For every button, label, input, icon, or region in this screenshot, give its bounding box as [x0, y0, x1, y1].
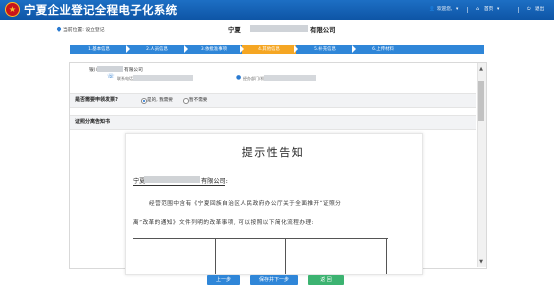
person-icon: ● [236, 74, 242, 81]
notice-line-1: 经营范围中含有《宁夏回族自治区人民政府办公厅关于全面推开“证照分 [149, 201, 342, 207]
notice-table-divider [386, 238, 387, 274]
notice-addressee-suffix: 有限公司: [201, 178, 228, 185]
exit-link[interactable]: 退出 [535, 6, 544, 14]
invoice-question-title: 是否需要申领发票? [75, 97, 118, 103]
app-title: 宁夏企业登记全程电子化系统 [24, 3, 178, 17]
notice-section-title: 证照分离告知书 [75, 119, 111, 125]
power-icon[interactable]: ⏻ [527, 6, 531, 14]
step-separator-icon [294, 45, 298, 53]
addressee-redacted [144, 176, 200, 183]
company-name-suffix: 有限公司 [310, 26, 336, 34]
home-link[interactable]: 首页 [484, 6, 493, 14]
notice-table-divider [215, 238, 216, 274]
step-2[interactable]: 2.人员信息 [128, 45, 186, 54]
back-button[interactable]: 返 回 [308, 275, 344, 285]
radio-no-label[interactable]: 暂不需要 [189, 97, 207, 103]
phone-label: 联系电话: [117, 76, 135, 81]
home-icon[interactable]: ⌂ [476, 6, 479, 14]
scroll-down-arrow-icon[interactable]: ▼ [478, 259, 484, 265]
header-divider [467, 7, 468, 13]
step-5[interactable]: 5.补充信息 [296, 45, 354, 54]
home-dropdown-icon[interactable]: ▾ [497, 6, 499, 14]
step-1[interactable]: 1.基本信息 [70, 45, 128, 54]
company-name-redacted [250, 25, 308, 32]
step-separator-icon [126, 45, 130, 53]
bank-name-redacted [97, 66, 123, 72]
scrollbar-thumb[interactable] [478, 81, 484, 121]
notice-section-header [70, 115, 476, 130]
national-emblem-icon: ★ [5, 2, 20, 17]
bank-name-suffix: 有限公司 [124, 68, 143, 73]
radio-yes-label[interactable]: 是的, 我需要 [147, 97, 173, 103]
notice-line-2: 离”改革的通知》文件列明的改革事项, 可以按照以下简化流程办理: [133, 220, 314, 226]
save-next-button[interactable]: 保存并下一步 [250, 275, 298, 285]
dept-value-redacted [264, 75, 316, 81]
notice-title: 提示性告知 [241, 146, 305, 159]
scroll-up-arrow-icon[interactable]: ▲ [478, 66, 484, 72]
step-6[interactable]: 6.上传材料 [354, 45, 412, 54]
phone-icon: ☏ [107, 73, 115, 80]
phone-value-redacted [133, 75, 193, 81]
header-divider [518, 7, 519, 13]
notice-table-divider [285, 238, 286, 274]
breadcrumb: 当前位置: 设立登记 [63, 28, 105, 33]
step-4-active[interactable]: 4.其他信息 [242, 45, 296, 54]
step-separator-icon [184, 45, 188, 53]
prev-step-button[interactable]: 上一步 [207, 275, 240, 285]
user-greeting[interactable]: 欢迎您, [437, 6, 452, 14]
step-3[interactable]: 3.依批准事项 [186, 45, 242, 54]
step-separator-icon [240, 45, 244, 53]
user-dropdown-icon[interactable]: ▾ [456, 6, 458, 14]
invoice-question-row [70, 93, 476, 108]
company-name-prefix: 宁夏 [228, 26, 241, 34]
notice-table-top-border [133, 238, 388, 239]
user-icon: 👤 [429, 7, 435, 12]
addressee-underline [133, 185, 225, 186]
step-separator-icon [352, 45, 356, 53]
